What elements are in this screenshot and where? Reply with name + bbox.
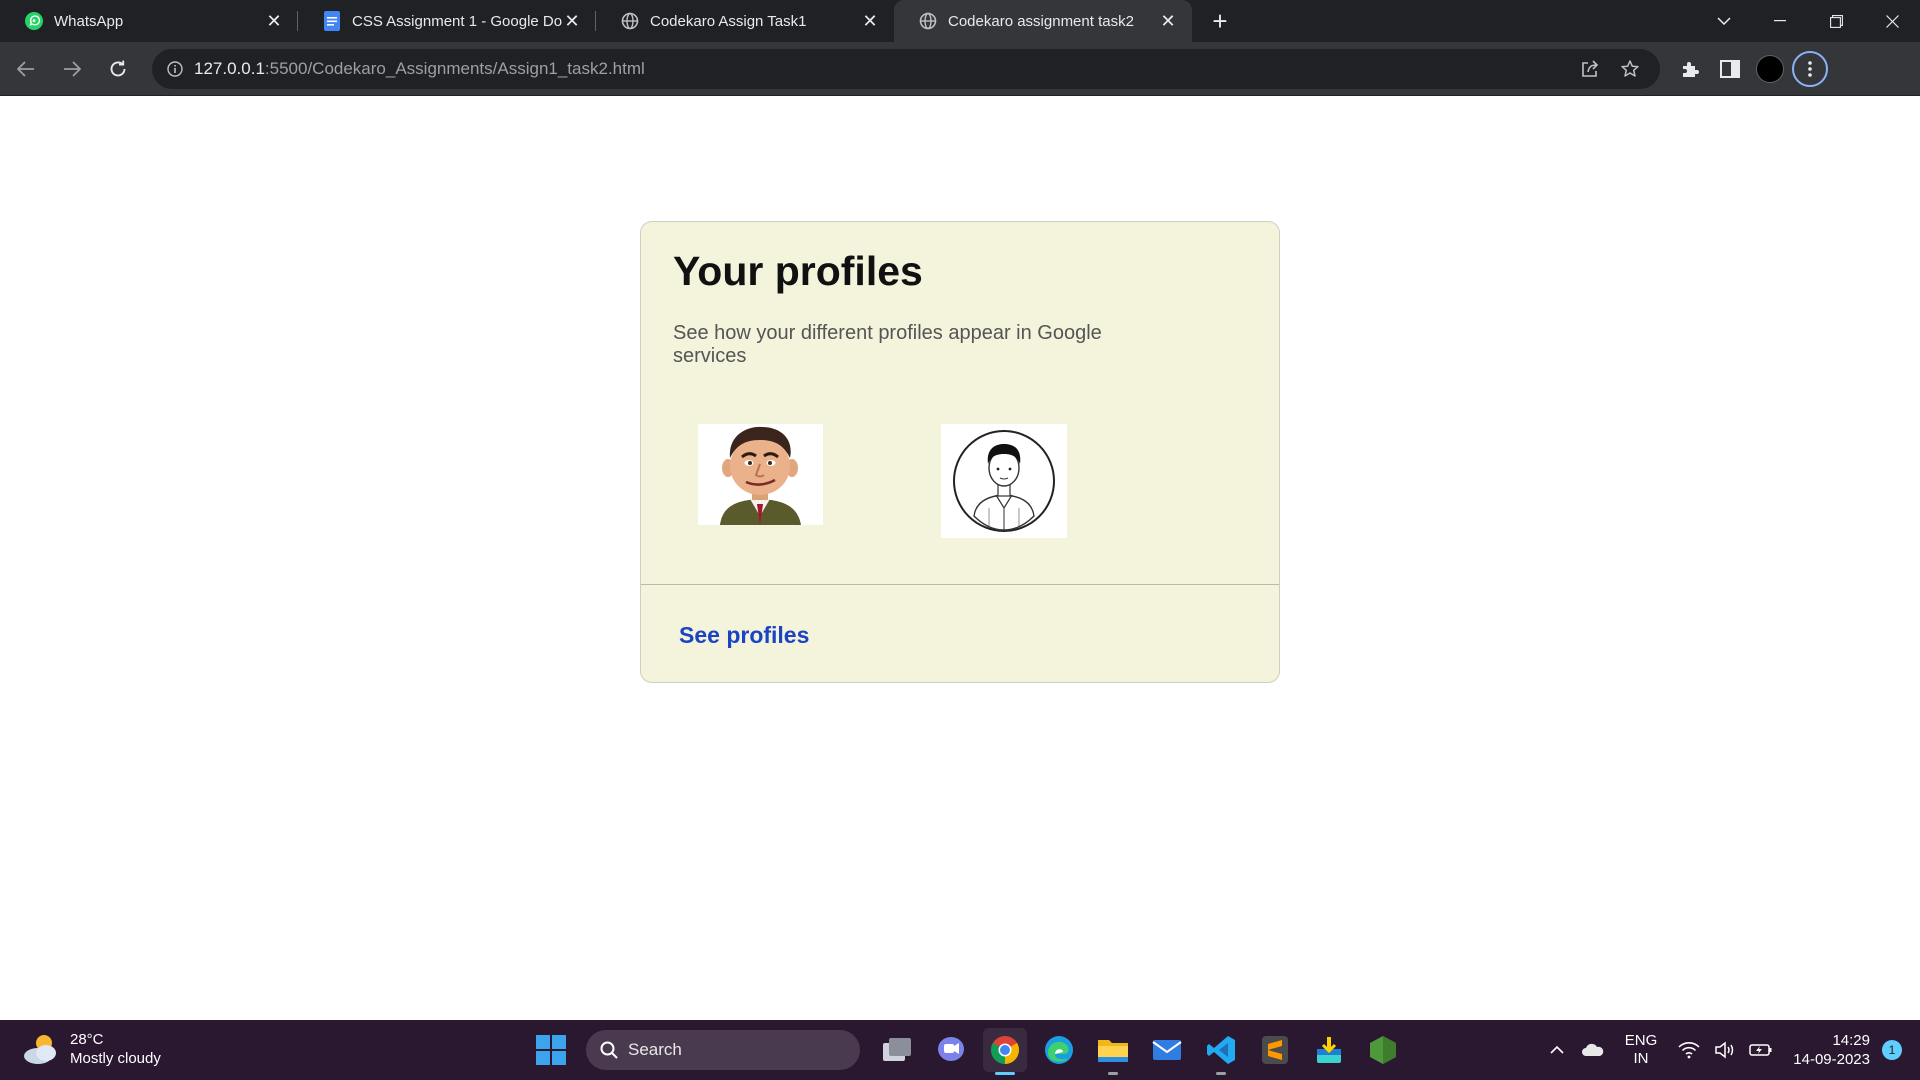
language-code: ENG xyxy=(1624,1032,1658,1049)
tab-strip: WhatsApp ✕ CSS Assignment 1 - Google Doc… xyxy=(0,0,1920,42)
globe-icon xyxy=(918,11,938,31)
share-icon[interactable] xyxy=(1572,51,1608,87)
minimize-icon[interactable] xyxy=(1752,0,1808,42)
clock[interactable]: 14:29 14-09-2023 xyxy=(1793,1031,1870,1069)
tab-title: Codekaro assignment task2 xyxy=(948,12,1134,30)
taskbar-apps: Search xyxy=(524,1028,1410,1075)
page-viewport: Your profiles See how your different pro… xyxy=(0,96,1920,1020)
globe-icon xyxy=(620,11,640,31)
restore-icon[interactable] xyxy=(1808,0,1864,42)
chrome-menu-button[interactable] xyxy=(1790,49,1830,89)
language-region: IN xyxy=(1633,1050,1649,1067)
close-icon[interactable]: ✕ xyxy=(264,11,284,31)
notification-badge[interactable]: 1 xyxy=(1882,1040,1902,1060)
language-indicator[interactable]: ENG IN xyxy=(1625,1032,1658,1068)
profile-avatar[interactable] xyxy=(1750,49,1790,89)
see-profiles-link[interactable]: See profiles xyxy=(679,622,809,649)
tab-title: Codekaro Assign Task1 xyxy=(650,12,807,30)
close-icon[interactable]: ✕ xyxy=(1158,11,1178,31)
page-title: Your profiles xyxy=(673,248,923,294)
mail-icon[interactable] xyxy=(1145,1028,1189,1072)
side-panel-icon[interactable] xyxy=(1710,49,1750,89)
start-button[interactable] xyxy=(529,1028,573,1072)
avatar xyxy=(1756,54,1784,83)
tab-whatsapp[interactable]: WhatsApp ✕ xyxy=(0,0,298,42)
task-view-icon[interactable] xyxy=(875,1028,919,1072)
url-path: :5500/Codekaro_Assignments/Assign1_task2… xyxy=(264,58,645,78)
tab-title: CSS Assignment 1 - Google Docs xyxy=(352,12,562,30)
vscode-icon[interactable] xyxy=(1199,1028,1243,1075)
teams-chat-icon[interactable] xyxy=(929,1028,973,1072)
search-label: Search xyxy=(628,1040,682,1059)
clock-time: 14:29 xyxy=(1832,1032,1870,1049)
battery-charging-icon[interactable] xyxy=(1745,1034,1777,1066)
tab-codekaro-task1[interactable]: Codekaro Assign Task1 ✕ xyxy=(596,0,894,42)
profile-image-cartoon xyxy=(698,424,823,525)
close-window-icon[interactable] xyxy=(1864,0,1920,42)
volume-icon[interactable] xyxy=(1709,1034,1741,1066)
new-tab-button[interactable]: + xyxy=(1200,0,1240,42)
taskbar-search[interactable]: Search xyxy=(586,1030,860,1070)
file-explorer-icon[interactable] xyxy=(1091,1028,1135,1075)
chrome-taskbar-icon[interactable] xyxy=(983,1028,1027,1075)
close-icon[interactable]: ✕ xyxy=(860,11,880,31)
tab-search-dropdown-icon[interactable] xyxy=(1696,0,1752,42)
weather-description: Mostly cloudy xyxy=(70,1050,161,1067)
forward-icon[interactable] xyxy=(52,49,92,89)
close-icon[interactable]: ✕ xyxy=(562,11,582,31)
reload-icon[interactable] xyxy=(98,49,138,89)
windows-logo-icon xyxy=(536,1035,566,1065)
browser-toolbar: 127.0.0.1:5500/Codekaro_Assignments/Assi… xyxy=(0,42,1920,96)
profile-image-sketch xyxy=(941,424,1067,538)
address-bar[interactable]: 127.0.0.1:5500/Codekaro_Assignments/Assi… xyxy=(152,48,1660,89)
more-vertical-icon xyxy=(1792,50,1828,87)
window-controls xyxy=(1696,0,1920,42)
clock-date: 14-09-2023 xyxy=(1793,1051,1870,1068)
wifi-icon[interactable] xyxy=(1673,1034,1705,1066)
profiles-card: Your profiles See how your different pro… xyxy=(640,221,1280,683)
back-icon[interactable] xyxy=(6,49,46,89)
url-host: 127.0.0.1 xyxy=(194,58,265,78)
extensions-icon[interactable] xyxy=(1670,49,1710,89)
cloud-sun-icon xyxy=(24,1035,56,1064)
google-docs-icon xyxy=(322,11,342,31)
weather-widget[interactable]: 28°C Mostly cloudy xyxy=(20,1030,161,1068)
system-tray: ENG IN 14:29 14-09-2023 1 xyxy=(1539,1020,1920,1080)
card-divider xyxy=(641,584,1279,585)
site-info-icon[interactable] xyxy=(164,58,186,80)
chevron-up-icon[interactable] xyxy=(1541,1034,1573,1066)
tab-title: WhatsApp xyxy=(54,12,124,30)
bookmark-star-icon[interactable] xyxy=(1612,51,1648,87)
url-text: 127.0.0.1:5500/Codekaro_Assignments/Assi… xyxy=(194,59,645,79)
tab-codekaro-task2[interactable]: Codekaro assignment task2 ✕ xyxy=(894,0,1192,42)
node-js-icon[interactable] xyxy=(1361,1028,1405,1072)
weather-temperature: 28°C xyxy=(70,1031,104,1048)
tab-google-docs[interactable]: CSS Assignment 1 - Google Docs ✕ xyxy=(298,0,596,42)
onedrive-cloud-icon[interactable] xyxy=(1577,1034,1609,1066)
whatsapp-icon xyxy=(24,11,44,31)
search-icon xyxy=(600,1041,618,1059)
card-subtitle: See how your different profiles appear i… xyxy=(673,322,1102,367)
edge-icon[interactable] xyxy=(1037,1028,1081,1072)
windows-taskbar: 28°C Mostly cloudy Search ENG IN 14:29 1… xyxy=(0,1020,1920,1080)
sublime-text-icon[interactable] xyxy=(1253,1028,1297,1072)
app-installer-icon[interactable] xyxy=(1307,1028,1351,1072)
